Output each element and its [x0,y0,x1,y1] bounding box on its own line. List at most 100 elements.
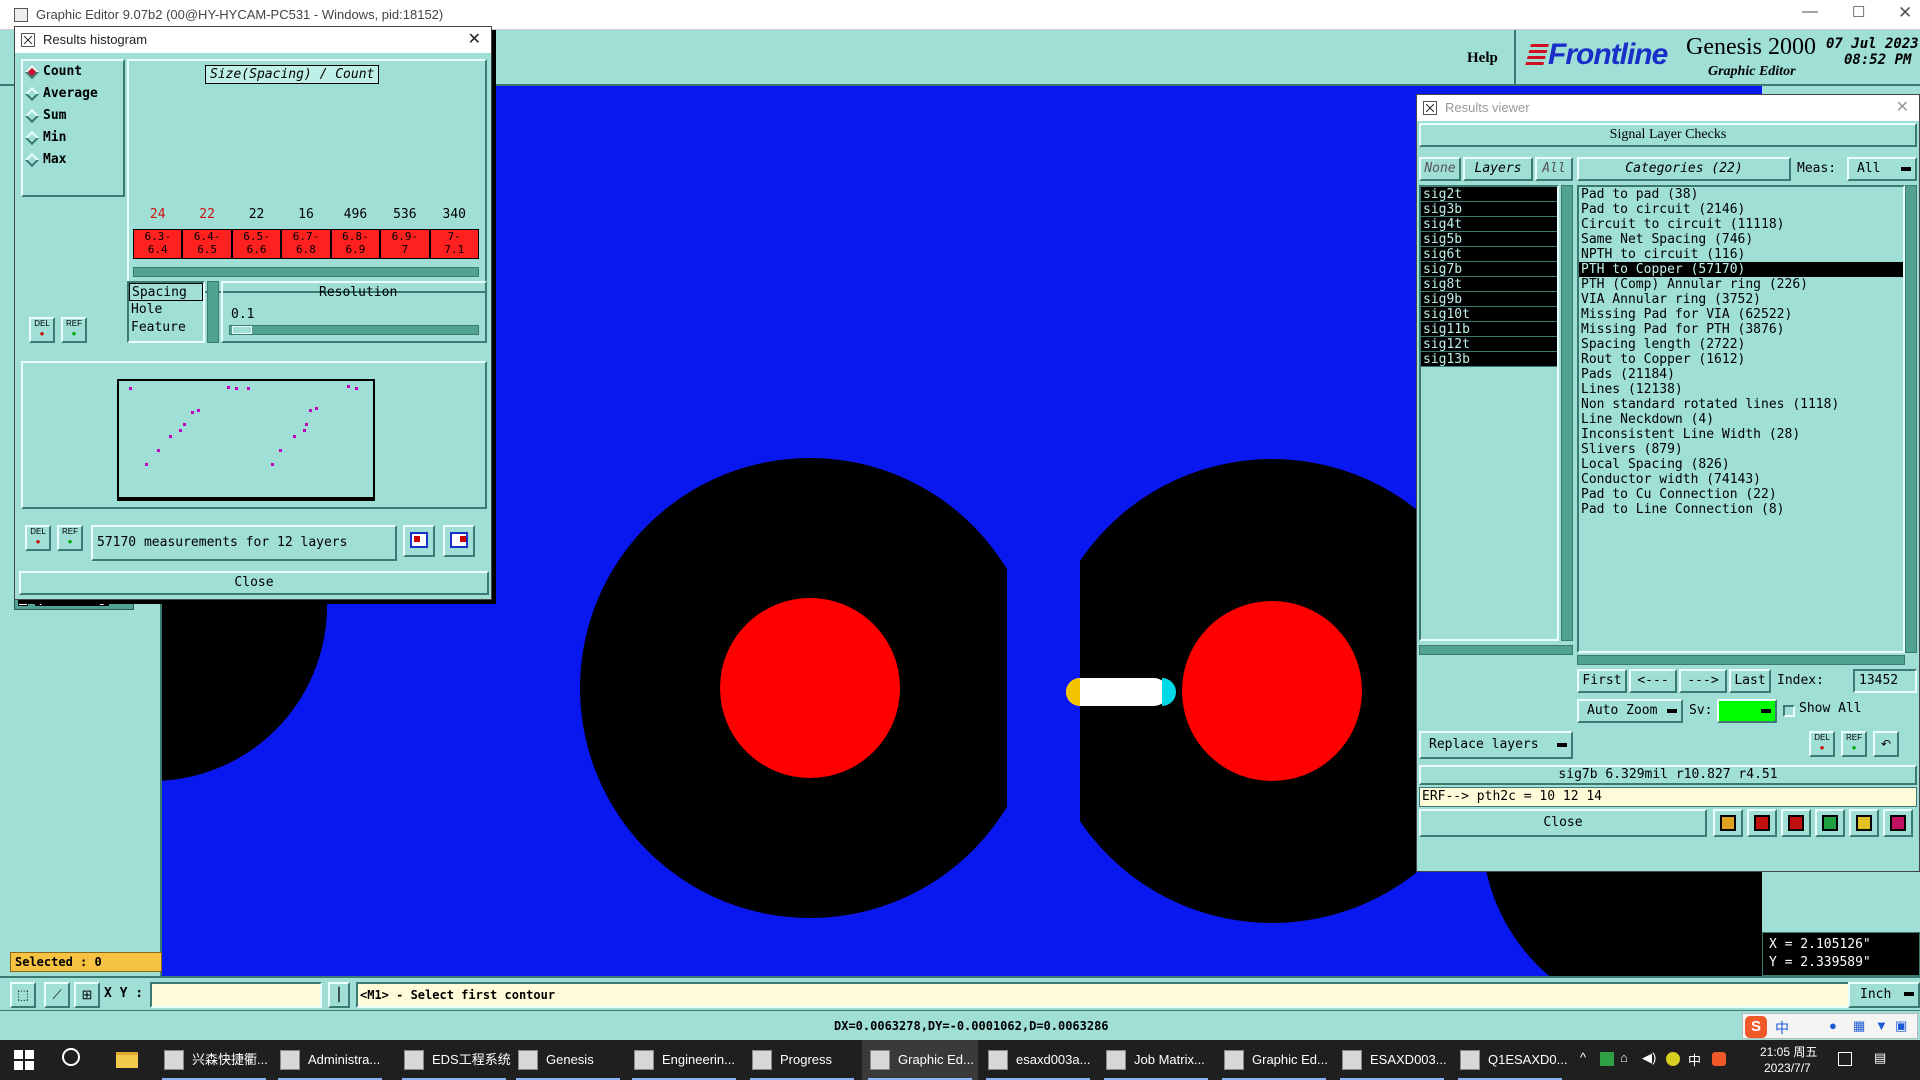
taskbar-item[interactable]: Graphic Ed... [862,1040,978,1080]
meas-dropdown[interactable]: All [1847,157,1917,181]
category-item[interactable]: Slivers (879) [1579,442,1903,457]
layer-item[interactable]: sig4t [1421,217,1557,232]
category-item[interactable]: Non standard rotated lines (1118) [1579,397,1903,412]
taskbar-item[interactable]: Engineerin... [626,1040,742,1080]
category-item[interactable]: Missing Pad for PTH (3876) [1579,322,1903,337]
layer-item[interactable]: sig3b [1421,202,1557,217]
categories-hscrollbar[interactable] [1577,655,1905,665]
histogram-titlebar[interactable]: Results histogram ✕ [15,27,491,53]
ime-toolbar[interactable]: S 中 ● ▦ ▼ ▣ [1742,1013,1918,1039]
auto-zoom-dropdown[interactable]: Auto Zoom [1577,699,1683,723]
category-item[interactable]: VIA Annular ring (3752) [1579,292,1903,307]
category-item[interactable]: Missing Pad for VIA (62522) [1579,307,1903,322]
category-item[interactable]: Conductor width (74143) [1579,472,1903,487]
taskbar-item[interactable]: Graphic Ed... [1216,1040,1332,1080]
report-icon[interactable] [1849,809,1879,837]
taskbar-item[interactable]: ESAXD003... [1334,1040,1450,1080]
show-all-checkbox[interactable] [1783,705,1795,717]
help-menu[interactable]: Help [1467,50,1498,67]
replace-layers-dropdown[interactable]: Replace layers [1419,731,1573,759]
taskbar-item[interactable]: esaxd003a... [980,1040,1096,1080]
bar-range[interactable]: 6.4- 6.5 [182,229,232,259]
zoom-icon[interactable] [1815,809,1845,837]
type-list[interactable]: Spacing Hole Feature [127,281,205,343]
bar-range[interactable]: 6.3- 6.4 [133,229,183,259]
categories-header[interactable]: Categories (22) [1577,157,1791,181]
histogram-bar[interactable]: 340 7- 7.1 [429,207,479,261]
categories-list[interactable]: Pad to pad (38) Pad to circuit (2146) Circ… [1577,185,1905,653]
category-item[interactable]: Same Net Spacing (746) [1579,232,1903,247]
tools-icon[interactable]: ▣ [1895,1018,1907,1034]
graph-icon[interactable] [443,525,475,557]
tray-green-icon[interactable] [1666,1052,1680,1066]
drill-hole-middle[interactable] [720,598,900,778]
bar-range[interactable]: 6.9- 7 [380,229,430,259]
type-item[interactable]: Feature [129,319,203,337]
layers-none-button[interactable]: None [1419,157,1461,181]
skin-icon[interactable]: ▼ [1875,1018,1888,1033]
category-item[interactable]: Pad to circuit (2146) [1579,202,1903,217]
units-dropdown[interactable]: Inch [1848,982,1920,1008]
layer-item[interactable]: sig10t [1421,307,1557,322]
minimize-button[interactable]: — [1802,3,1818,21]
viewer-close-button[interactable]: Close [1419,809,1707,837]
undo-icon[interactable]: ↶ [1873,731,1899,757]
layers-all-button[interactable]: All [1535,157,1573,181]
ime-tray-label[interactable]: 中 [1688,1050,1701,1069]
histogram-bars[interactable]: 24 6.3- 6.4 22 6.4- 6.5 22 6.5- 6.6 16 6.7- 6.8 496 6… [133,207,479,261]
layer-item[interactable]: sig12t [1421,337,1557,352]
close-icon[interactable]: ✕ [468,27,481,53]
select-tool-icon[interactable]: ⬚ [10,982,36,1008]
histogram-bar[interactable]: 536 6.9- 7 [380,207,430,261]
taskbar-item[interactable]: Administra... [272,1040,388,1080]
category-item[interactable]: Pad to Line Connection (8) [1579,502,1903,517]
start-icon[interactable] [14,1050,34,1070]
resolution-slider[interactable] [229,325,479,335]
layer-item[interactable]: sig5b [1421,232,1557,247]
sogou-icon[interactable]: S [1745,1016,1767,1038]
layers-scrollbar[interactable] [1561,185,1573,641]
maximize-button[interactable]: ☐ [1852,3,1865,21]
prev-button[interactable]: <--- [1629,669,1677,693]
sv-color-dropdown[interactable] [1717,699,1777,723]
drill-hole-right[interactable] [1182,601,1362,781]
histogram-bar[interactable]: 22 6.5- 6.6 [231,207,282,261]
category-item[interactable]: NPTH to circuit (116) [1579,247,1903,262]
category-item[interactable]: Circuit to circuit (11118) [1579,217,1903,232]
del-button-bottom[interactable]: DEL ● [25,525,51,551]
bar-range[interactable]: 6.8- 6.9 [330,229,381,259]
histogram-bar[interactable]: 496 6.8- 6.9 [330,207,381,261]
clock-time[interactable]: 21:05 周五 [1760,1043,1817,1060]
taskbar-item[interactable]: Progress [744,1040,860,1080]
taskbar-item[interactable]: Q1ESAXD0... [1452,1040,1568,1080]
mode-option-sum[interactable]: Sum [23,105,123,127]
preview-thumbnail[interactable] [117,379,377,503]
layers-hscrollbar[interactable] [1419,645,1573,655]
category-item[interactable]: PTH to Copper (57170) [1579,262,1903,277]
taskbar-item[interactable]: 兴森快捷衢... [156,1040,272,1080]
category-item[interactable]: Pad to pad (38) [1579,187,1903,202]
mode-option-max[interactable]: Max [23,149,123,171]
spacing-marker[interactable] [1066,678,1168,706]
close-app-button[interactable]: ✕ [1898,3,1912,23]
histogram-scrollbar[interactable] [133,267,479,277]
mode-option-min[interactable]: Min [23,127,123,149]
histogram-bar[interactable]: 24 6.3- 6.4 [133,207,183,261]
category-item[interactable]: Pads (21184) [1579,367,1903,382]
category-item[interactable]: PTH (Comp) Annular ring (226) [1579,277,1903,292]
ime-lang-label[interactable]: 中 [1775,1018,1789,1038]
category-item[interactable]: Local Spacing (826) [1579,457,1903,472]
tray-app-icon[interactable] [1600,1052,1614,1066]
bar-range[interactable]: 6.5- 6.6 [231,229,282,259]
histogram-bar[interactable]: 16 6.7- 6.8 [281,207,331,261]
grid-tool-icon[interactable]: ⊞ [74,982,100,1008]
keyboard-icon[interactable]: ▦ [1853,1018,1865,1034]
category-item[interactable]: Line Neckdown (4) [1579,412,1903,427]
ref-button-bottom[interactable]: REF ● [57,525,83,551]
clock-date[interactable]: 2023/7/7 [1764,1061,1811,1075]
layer-item[interactable]: sig7b [1421,262,1557,277]
type-item[interactable]: Spacing [129,283,203,301]
bar-range[interactable]: 7- 7.1 [429,229,479,259]
cursor-toggle-icon[interactable]: ⎮ [328,982,350,1008]
bar-range[interactable]: 6.7- 6.8 [281,229,331,259]
